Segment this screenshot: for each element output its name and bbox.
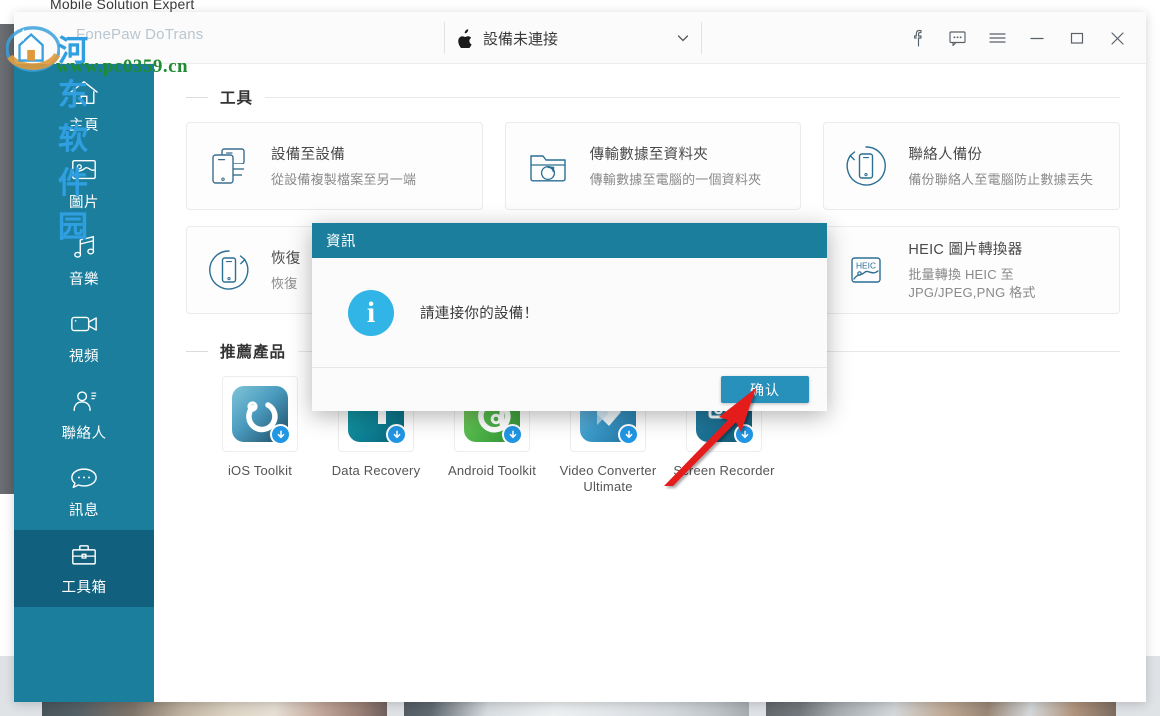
sidebar-item-pictures[interactable]: 圖片 (14, 145, 154, 222)
screen: Mobile Solution Expert FonePaw DoTrans 設… (0, 0, 1160, 716)
heic-converter-icon: HEIC (840, 244, 892, 296)
tool-card-title: HEIC 圖片轉換器 (908, 238, 1103, 259)
download-arrow-icon (386, 424, 407, 445)
background-app-label: Mobile Solution Expert (50, 0, 194, 12)
tool-card-heic-converter[interactable]: HEIC HEIC 圖片轉換器 批量轉換 HEIC 至 JPG/JPEG,PNG… (823, 226, 1120, 314)
contact-person-icon (68, 387, 100, 415)
close-icon (1108, 30, 1127, 47)
dialog-title: 資訊 (326, 230, 356, 251)
tools-section-title: 工具 (220, 86, 253, 108)
sidebar-item-contacts[interactable]: 聯絡人 (14, 376, 154, 453)
product-tile[interactable] (222, 376, 298, 452)
chevron-down-icon (675, 30, 691, 46)
dialog-message: 請連接你的設備！ (420, 302, 538, 323)
apple-icon (457, 29, 473, 48)
tool-card-text: HEIC 圖片轉換器 批量轉換 HEIC 至 JPG/JPEG,PNG 格式 (908, 238, 1103, 301)
rule-left (186, 97, 208, 98)
sidebar-item-label: 主頁 (69, 114, 99, 135)
tool-card-subtitle: 傳輸數據至電腦的一個資料夾 (590, 171, 762, 189)
sidebar-item-label: 工具箱 (62, 576, 107, 597)
sidebar-item-home[interactable]: 主頁 (14, 68, 154, 145)
title-bar: FonePaw DoTrans 設備未連接 (14, 12, 1146, 64)
product-name: Video Converter Ultimate (550, 463, 666, 496)
product-name: Screen Recorder (673, 463, 774, 479)
download-arrow-icon (502, 424, 523, 445)
dialog-title-bar: 資訊 (312, 223, 827, 258)
tool-card-title: 聯絡人備份 (908, 143, 1093, 164)
rule-left (186, 351, 208, 352)
download-arrow-icon (618, 424, 639, 445)
tool-card-title: 設備至設備 (271, 143, 416, 164)
rule-right (265, 97, 1120, 98)
message-bubble-icon (68, 464, 100, 492)
confirm-button[interactable]: 确认 (721, 376, 809, 403)
menu-button[interactable] (980, 22, 1014, 54)
music-note-icon (68, 233, 100, 261)
tool-card-contacts-backup[interactable]: 聯絡人備份 備份聯絡人至電腦防止數據丟失 (823, 122, 1120, 210)
info-circle-icon: i (348, 290, 394, 336)
maximize-button[interactable] (1060, 22, 1094, 54)
sidebar-item-music[interactable]: 音樂 (14, 222, 154, 299)
tool-card-device-to-device[interactable]: 設備至設備 從設備複製檔案至另一端 (186, 122, 483, 210)
facebook-button[interactable] (900, 22, 934, 54)
sidebar-item-label: 視頻 (69, 345, 99, 366)
close-button[interactable] (1100, 22, 1134, 54)
window-controls (900, 22, 1134, 54)
sidebar-item-video[interactable]: 視頻 (14, 299, 154, 376)
minimize-icon (1028, 30, 1046, 46)
app-title: FonePaw DoTrans (76, 26, 204, 43)
video-camera-icon (68, 310, 100, 338)
home-icon (68, 79, 100, 107)
phone-to-phone-icon (203, 140, 255, 192)
tool-card-title: 恢復 (271, 247, 301, 268)
sidebar-item-label: 訊息 (69, 499, 99, 520)
tool-card-text: 聯絡人備份 備份聯絡人至電腦防止數據丟失 (908, 143, 1093, 189)
tool-card-subtitle: 恢復 (271, 275, 301, 293)
sidebar-item-label: 圖片 (69, 191, 99, 212)
tool-card-transfer-to-folder[interactable]: 傳輸數據至資料夾 傳輸數據至電腦的一個資料夾 (505, 122, 802, 210)
products-section-title: 推薦產品 (220, 340, 286, 362)
svg-text:HEIC: HEIC (856, 261, 876, 271)
tool-card-text: 設備至設備 從設備複製檔案至另一端 (271, 143, 416, 189)
sidebar-item-label: 聯絡人 (62, 422, 107, 443)
info-dialog: 資訊 i 請連接你的設備！ 确认 (312, 223, 827, 411)
sidebar-item-label: 音樂 (69, 268, 99, 289)
product-name: iOS Toolkit (228, 463, 292, 479)
product-name: Android Toolkit (448, 463, 536, 479)
dialog-body: i 請連接你的設備！ (312, 258, 827, 368)
feedback-button[interactable] (940, 22, 974, 54)
facebook-icon (909, 29, 925, 47)
tool-card-subtitle: 批量轉換 HEIC 至 JPG/JPEG,PNG 格式 (908, 266, 1103, 301)
tool-card-text: 傳輸數據至資料夾 傳輸數據至電腦的一個資料夾 (590, 143, 762, 189)
product-item-ios-toolkit[interactable]: iOS Toolkit (202, 376, 318, 496)
device-status-text: 設備未連接 (483, 28, 558, 49)
tools-section-header: 工具 (186, 86, 1120, 108)
tool-card-subtitle: 備份聯絡人至電腦防止數據丟失 (908, 171, 1093, 189)
download-arrow-icon (270, 424, 291, 445)
device-selector[interactable]: 設備未連接 (444, 22, 702, 54)
download-arrow-icon (734, 424, 755, 445)
toolbox-icon (68, 541, 100, 569)
minimize-button[interactable] (1020, 22, 1054, 54)
dialog-footer: 确认 (312, 368, 827, 411)
picture-icon (68, 156, 100, 184)
chat-bubble-icon (948, 29, 967, 47)
ios-toolkit-icon (232, 386, 288, 442)
tools-row-1: 設備至設備 從設備複製檔案至另一端 (186, 122, 1120, 210)
phone-restore-icon (203, 244, 255, 296)
tool-card-subtitle: 從設備複製檔案至另一端 (271, 171, 416, 189)
phone-backup-icon (840, 140, 892, 192)
tool-card-text: 恢復 恢復 (271, 247, 301, 293)
hamburger-menu-icon (988, 30, 1007, 46)
sidebar: 主頁 圖片 音 (14, 64, 154, 702)
folder-sync-icon (522, 140, 574, 192)
sidebar-item-toolbox[interactable]: 工具箱 (14, 530, 154, 607)
product-name: Data Recovery (332, 463, 421, 479)
sidebar-item-messages[interactable]: 訊息 (14, 453, 154, 530)
maximize-icon (1068, 30, 1086, 46)
tool-card-title: 傳輸數據至資料夾 (590, 143, 762, 164)
